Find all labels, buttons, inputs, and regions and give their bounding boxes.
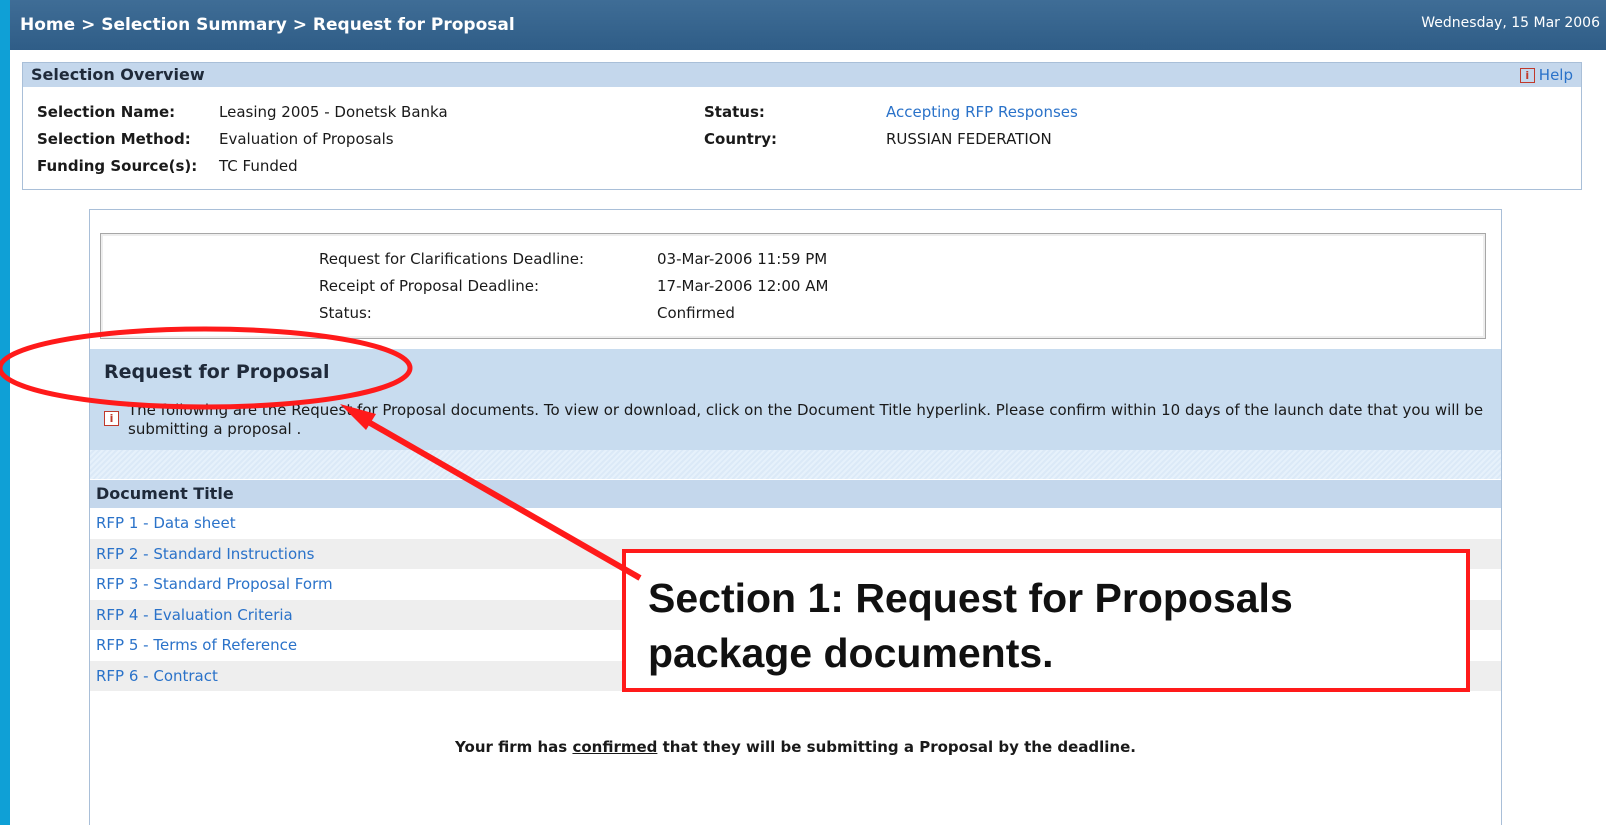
- breadcrumb-home[interactable]: Home: [20, 15, 75, 35]
- confirmation-text: that they will be submitting a Proposal …: [657, 738, 1136, 756]
- breadcrumb-separator: >: [81, 15, 96, 35]
- field-selection-method: Selection Method: Evaluation of Proposals: [37, 130, 394, 148]
- breadcrumb-current: Request for Proposal: [312, 15, 515, 35]
- field-country: Country: RUSSIAN FEDERATION: [704, 130, 1052, 148]
- deadline-row: Request for Clarifications Deadline: 03-M…: [319, 250, 827, 268]
- field-label: Country:: [704, 130, 778, 148]
- deadline-value: 17-Mar-2006 12:00 AM: [657, 277, 829, 295]
- deadline-row: Status: Confirmed: [319, 304, 735, 322]
- rfp-description: The following are the Request for Propos…: [128, 401, 1484, 438]
- info-icon: i: [104, 411, 119, 426]
- section-divider: [90, 450, 1501, 479]
- selection-overview-panel: Selection Overview i Help Selection Name:…: [22, 62, 1582, 190]
- deadline-label: Receipt of Proposal Deadline:: [319, 277, 540, 295]
- deadline-row: Receipt of Proposal Deadline: 17-Mar-2006…: [319, 277, 828, 295]
- deadline-value: 03-Mar-2006 11:59 PM: [657, 250, 828, 268]
- document-link[interactable]: RFP 1 - Data sheet: [96, 514, 236, 532]
- confirmation-message: Your firm has confirmed that they will b…: [90, 738, 1501, 756]
- field-label: Selection Method:: [37, 130, 191, 148]
- annotation-line: Section 1: Request for Proposals: [648, 575, 1293, 621]
- rfp-section-title: Request for Proposal: [104, 361, 330, 383]
- field-value: Leasing 2005 - Donetsk Banka: [219, 103, 448, 121]
- document-title-column-header[interactable]: Document Title: [90, 480, 1501, 508]
- field-label: Status:: [704, 103, 765, 121]
- deadline-value: Confirmed: [657, 304, 735, 322]
- breadcrumb-separator: >: [292, 15, 307, 35]
- annotation-line: package documents.: [648, 630, 1054, 676]
- help-label: Help: [1538, 66, 1573, 84]
- confirmation-emphasis: confirmed: [572, 738, 658, 756]
- document-link[interactable]: RFP 6 - Contract: [96, 667, 218, 685]
- document-link[interactable]: RFP 3 - Standard Proposal Form: [96, 575, 333, 593]
- current-date: Wednesday, 15 Mar 2006: [1421, 15, 1600, 31]
- breadcrumb-selection-summary[interactable]: Selection Summary: [101, 15, 287, 35]
- confirmation-text: Your firm has: [455, 738, 573, 756]
- info-icon: i: [1519, 68, 1535, 83]
- deadline-label: Status:: [319, 304, 372, 322]
- help-link[interactable]: i Help: [1519, 63, 1573, 87]
- deadline-label: Request for Clarifications Deadline:: [319, 250, 585, 268]
- field-label: Funding Source(s):: [37, 157, 198, 175]
- status-link[interactable]: Accepting RFP Responses: [886, 103, 1078, 121]
- document-link[interactable]: RFP 4 - Evaluation Criteria: [96, 606, 293, 624]
- selection-overview-title: Selection Overview: [31, 65, 205, 84]
- field-value: RUSSIAN FEDERATION: [886, 130, 1052, 148]
- deadlines-box: Request for Clarifications Deadline: 03-M…: [100, 233, 1486, 339]
- document-link[interactable]: RFP 2 - Standard Instructions: [96, 545, 314, 563]
- field-funding-source: Funding Source(s): TC Funded: [37, 157, 298, 175]
- document-row: RFP 1 - Data sheet: [90, 508, 1501, 538]
- field-label: Selection Name:: [37, 103, 176, 121]
- field-value: Evaluation of Proposals: [219, 130, 394, 148]
- document-link[interactable]: RFP 5 - Terms of Reference: [96, 636, 297, 654]
- header-bar: Home > Selection Summary > Request for P…: [10, 0, 1606, 50]
- field-value: TC Funded: [219, 157, 298, 175]
- annotation-callout-box: Section 1: Request for Proposals package…: [622, 549, 1470, 692]
- selection-overview-header: Selection Overview i Help: [23, 63, 1581, 87]
- field-status: Status: Accepting RFP Responses: [704, 103, 1078, 121]
- annotation-callout-text: Section 1: Request for Proposals package…: [648, 571, 1293, 681]
- breadcrumb: Home > Selection Summary > Request for P…: [20, 15, 515, 35]
- field-selection-name: Selection Name: Leasing 2005 - Donetsk Ba…: [37, 103, 448, 121]
- page: Home > Selection Summary > Request for P…: [10, 0, 1606, 825]
- rfp-section: Request for Proposal i The following are…: [90, 349, 1501, 450]
